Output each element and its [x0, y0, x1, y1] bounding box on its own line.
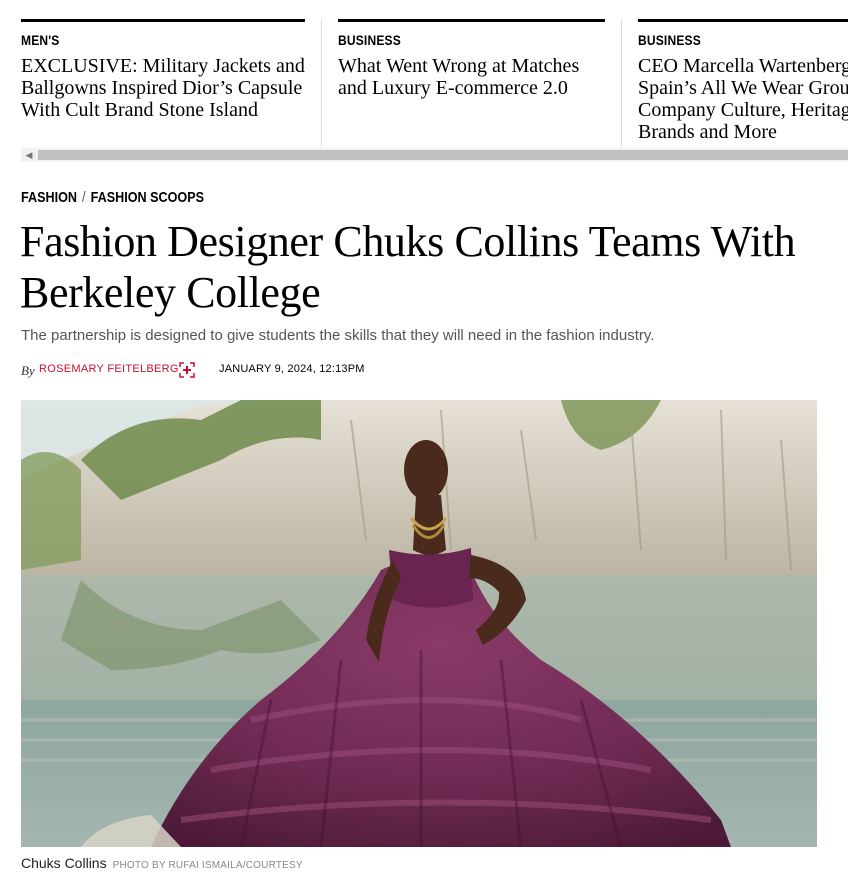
card-category[interactable]: MEN'S [21, 32, 60, 48]
article-title: Fashion Designer Chuks Collins Teams Wit… [20, 216, 840, 318]
scrollbar-thumb[interactable] [38, 150, 848, 160]
card-top-rule [338, 19, 605, 22]
card-headline[interactable]: What Went Wrong at Matches and Luxury E-… [338, 55, 605, 99]
headline-line[interactable]: EXCLUSIVE: Military Jackets and [21, 55, 305, 77]
card-headline[interactable]: EXCLUSIVE: Military Jackets and Ballgown… [21, 55, 305, 121]
card-headline[interactable]: CEO Marcella Wartenbergh Spain’s All We … [638, 55, 848, 143]
headline-line[interactable]: Brands and More [638, 121, 848, 143]
title-line: Fashion Designer Chuks Collins Teams Wit… [20, 217, 796, 266]
photo-credit: PHOTO BY RUFAI ISMAILA/COURTESY [112, 860, 303, 871]
headline-line[interactable]: Spain’s All We Wear Group [638, 77, 848, 99]
card-divider [321, 19, 322, 147]
related-stories-carousel[interactable]: MEN'S EXCLUSIVE: Military Jackets and Ba… [0, 0, 848, 150]
headline-line[interactable]: Company Culture, Heritage [638, 99, 848, 121]
card-category[interactable]: BUSINESS [338, 32, 401, 48]
related-story-card[interactable]: BUSINESS CEO Marcella Wartenbergh Spain’… [638, 19, 848, 147]
byline-prefix: By [21, 363, 35, 378]
publish-date: JANUARY 9, 2024, 12:13PM [219, 363, 365, 375]
image-caption: Chuks Collins PHOTO BY RUFAI ISMAILA/COUR… [21, 855, 303, 873]
carousel-scrollbar[interactable]: ◀ [21, 148, 848, 162]
headline-line[interactable]: With Cult Brand Stone Island [21, 99, 305, 121]
title-line: Berkeley College [20, 268, 321, 317]
hero-image[interactable] [21, 400, 817, 847]
related-story-card[interactable]: BUSINESS What Went Wrong at Matches and … [338, 19, 605, 147]
breadcrumb: FASHION / FASHION SCOOPS [21, 189, 204, 206]
breadcrumb-fashion-scoops[interactable]: FASHION SCOOPS [91, 189, 204, 206]
headline-line[interactable]: What Went Wrong at Matches [338, 55, 605, 77]
card-top-rule [638, 19, 848, 22]
card-category[interactable]: BUSINESS [638, 32, 701, 48]
breadcrumb-separator: / [82, 189, 86, 206]
article-dek: The partnership is designed to give stud… [21, 327, 655, 344]
card-divider [621, 19, 622, 147]
headline-line[interactable]: and Luxury E-commerce 2.0 [338, 77, 605, 99]
breadcrumb-fashion[interactable]: FASHION [21, 189, 77, 206]
byline: By ROSEMARY FEITELBERG JANUARY 9, 2024, … [21, 362, 364, 382]
author-link[interactable]: ROSEMARY FEITELBERG [39, 363, 179, 375]
headline-line[interactable]: CEO Marcella Wartenbergh [638, 55, 848, 77]
scroll-left-arrow-icon[interactable]: ◀ [21, 148, 37, 162]
caption-text: Chuks Collins [21, 855, 107, 871]
headline-line[interactable]: Ballgowns Inspired Dior’s Capsule [21, 77, 305, 99]
related-story-card[interactable]: MEN'S EXCLUSIVE: Military Jackets and Ba… [21, 19, 305, 147]
follow-plus-icon[interactable] [179, 362, 195, 378]
hero-photo-illustration [21, 400, 817, 847]
card-top-rule [21, 19, 305, 22]
